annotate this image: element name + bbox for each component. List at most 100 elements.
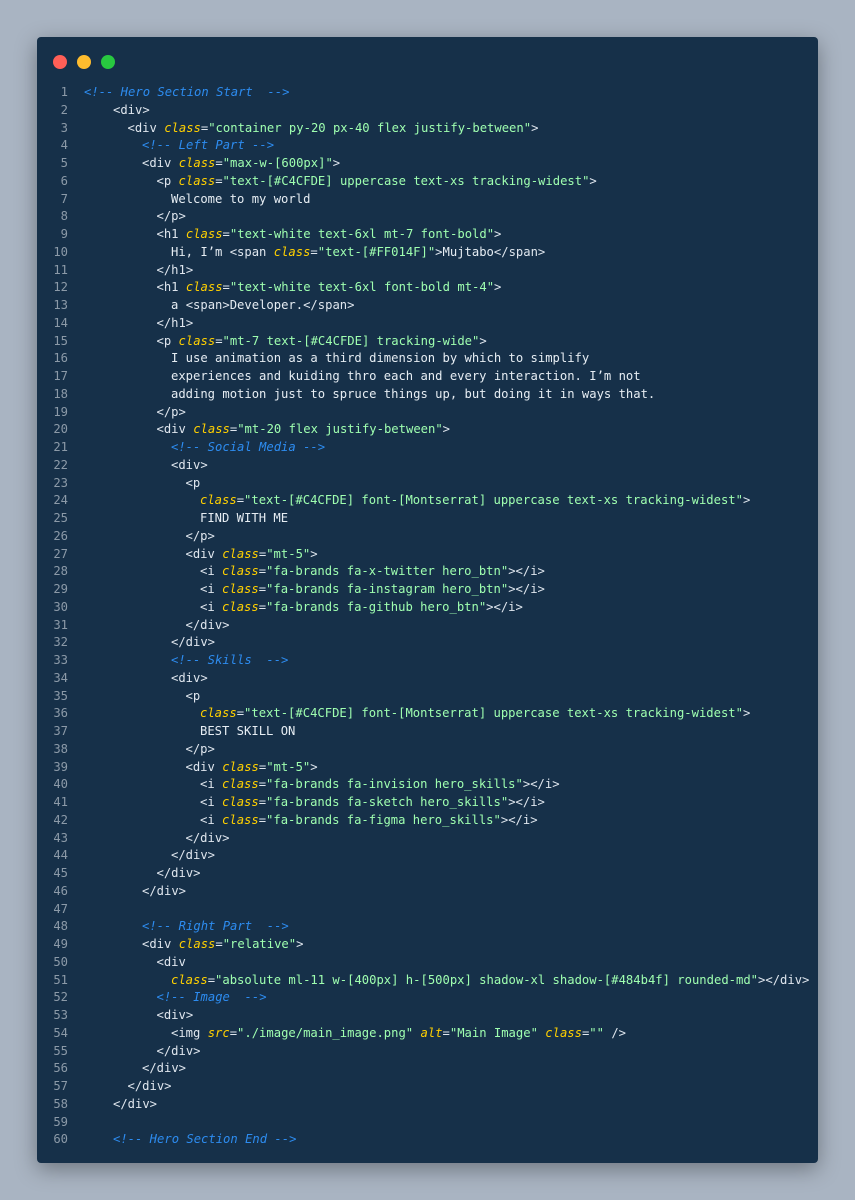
close-window-button[interactable] xyxy=(53,55,67,69)
line-number: 2 xyxy=(60,102,68,117)
line-number: 1 xyxy=(60,85,68,99)
zoom-window-button[interactable] xyxy=(101,55,115,69)
code-token: </p> xyxy=(156,209,186,224)
code-token: "absolute ml-11 w-[400px] h-[500px] shad… xyxy=(215,972,759,987)
code-token: alt xyxy=(420,1025,443,1040)
code-text: <!-- Image --> xyxy=(68,989,267,1007)
line-number: 51 xyxy=(53,972,68,987)
line-number: 27 xyxy=(53,546,68,561)
code-token: <i xyxy=(200,795,223,809)
code-text: <div class="mt-5"> xyxy=(68,546,318,564)
code-line: 25 FIND WITH ME xyxy=(37,510,818,528)
code-token: "fa-brands fa-github hero_btn" xyxy=(266,599,487,614)
code-token: <div xyxy=(156,954,186,969)
code-text: <!-- Hero Section End --> xyxy=(68,1131,296,1149)
code-token: <h1 xyxy=(156,280,186,295)
code-text: <p xyxy=(68,475,201,493)
code-token: class xyxy=(222,777,259,792)
line-number: 48 xyxy=(53,919,68,934)
line-number: 16 xyxy=(53,351,68,366)
code-token: = xyxy=(215,333,223,348)
code-token: <div xyxy=(156,422,194,437)
line-number: 49 xyxy=(53,937,68,951)
line-number: 25 xyxy=(53,511,68,525)
line-number: 42 xyxy=(53,812,68,827)
line-number: 18 xyxy=(53,386,68,401)
code-text: <div xyxy=(68,954,186,972)
code-text: experiences and kuiding thro each and ev… xyxy=(68,368,641,386)
minimize-window-button[interactable] xyxy=(77,55,91,69)
line-number: 34 xyxy=(53,670,68,685)
code-token: "container py-20 px-40 flex justify-betw… xyxy=(208,120,532,135)
code-token: </div> xyxy=(171,848,216,863)
code-text: class="text-[#C4CFDE] font-[Montserrat] … xyxy=(68,705,750,723)
code-token: ></i> xyxy=(500,812,538,827)
code-text: </p> xyxy=(68,741,215,759)
code-token: = xyxy=(207,972,216,987)
code-token: class xyxy=(545,1025,582,1040)
code-line: 58 </div> xyxy=(37,1096,818,1114)
code-token: /> xyxy=(603,1025,626,1040)
code-line: 53 <div> xyxy=(37,1007,818,1025)
line-number: 24 xyxy=(53,493,68,508)
code-token: = xyxy=(236,493,245,508)
code-token: <i xyxy=(200,812,223,827)
code-token: class xyxy=(273,244,311,259)
code-text: </div> xyxy=(68,830,230,848)
line-number: 19 xyxy=(53,404,68,419)
code-token: "mt-20 flex justify-between" xyxy=(237,422,443,437)
line-number: 47 xyxy=(53,901,68,916)
code-token: BEST SKILL ON xyxy=(200,724,296,738)
code-token: > xyxy=(494,280,502,295)
line-number: 37 xyxy=(53,724,68,738)
code-line: 18 adding motion just to spruce things up… xyxy=(37,386,818,404)
line-number: 35 xyxy=(53,688,68,703)
code-token: <i xyxy=(200,777,223,792)
code-token: > xyxy=(742,706,751,721)
code-token: Welcome to my world xyxy=(171,191,311,206)
line-number: 12 xyxy=(53,280,68,295)
code-token: class xyxy=(222,812,259,827)
code-token: "fa-brands fa-instagram hero_btn" xyxy=(266,582,509,596)
code-token: ></i> xyxy=(486,599,523,614)
code-token: <div xyxy=(142,937,179,951)
code-token: </div> xyxy=(156,866,201,880)
code-text: adding motion just to spruce things up, … xyxy=(68,386,655,404)
code-text: Welcome to my world xyxy=(68,191,310,209)
code-token: I use animation as a third dimension by … xyxy=(171,351,590,366)
code-line: 47 xyxy=(37,901,818,919)
line-number: 57 xyxy=(53,1079,68,1093)
line-number: 20 xyxy=(53,422,68,437)
line-number: 26 xyxy=(53,528,68,543)
code-token: <!-- Hero Section End --> xyxy=(113,1132,297,1147)
code-token: </div> xyxy=(185,617,230,632)
code-token: > xyxy=(332,156,341,170)
line-number: 54 xyxy=(53,1025,68,1040)
line-number: 59 xyxy=(53,1114,68,1129)
code-text: <i class="fa-brands fa-sketch hero_skill… xyxy=(68,794,545,812)
code-line: 48 <!-- Right Part --> xyxy=(37,918,818,936)
code-token: class xyxy=(171,972,208,987)
code-line: 19 </p> xyxy=(37,404,818,422)
code-token: "relative" xyxy=(222,937,297,951)
code-text: FIND WITH ME xyxy=(68,510,288,528)
code-line: 34 <div> xyxy=(37,670,818,688)
code-token: "text-white text-6xl font-bold mt-4" xyxy=(229,280,495,295)
code-text: <div> xyxy=(68,1007,194,1025)
code-line: 5 <div class="max-w-[600px]"> xyxy=(37,155,818,173)
code-token: <p xyxy=(185,688,201,703)
code-token: = xyxy=(222,280,230,295)
code-text: <h1 class="text-white text-6xl font-bold… xyxy=(68,279,502,297)
code-line: 33 <!-- Skills --> xyxy=(37,652,818,670)
code-token: a xyxy=(171,298,186,312)
code-token: </h1> xyxy=(156,262,194,277)
code-token: class xyxy=(222,582,259,596)
code-token: > xyxy=(442,422,451,437)
code-token: "text-[#FF014F]" xyxy=(317,244,436,259)
code-text: <img src="./image/main_image.png" alt="M… xyxy=(68,1025,626,1043)
code-text: <!-- Left Part --> xyxy=(68,137,274,155)
code-token: <div> xyxy=(171,457,208,472)
code-text: </p> xyxy=(68,528,215,546)
